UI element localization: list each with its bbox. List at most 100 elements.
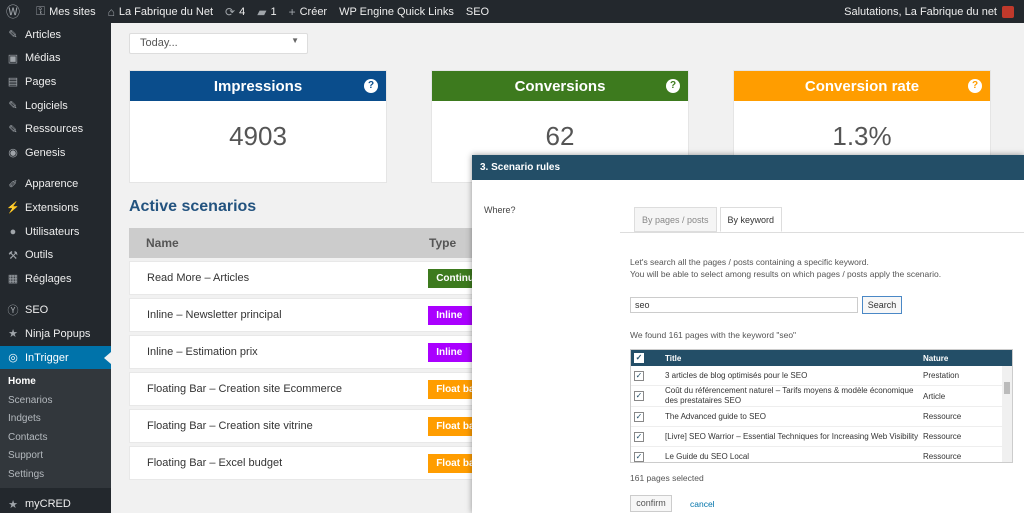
results-count: We found 161 pages with the keyword "seo… bbox=[630, 330, 797, 340]
submenu-home[interactable]: Home bbox=[0, 373, 111, 392]
where-label: Where? bbox=[484, 205, 516, 215]
table-row: ✓ The Advanced guide to SEO Ressource bbox=[631, 407, 1012, 427]
scenario-name: Inline – Newsletter principal bbox=[147, 309, 282, 321]
help-icon[interactable]: ? bbox=[666, 79, 680, 93]
pages-icon: ▤ bbox=[7, 76, 19, 89]
help-icon[interactable]: ? bbox=[968, 79, 982, 93]
row-checkbox[interactable]: ✓ bbox=[634, 431, 644, 442]
scenario-name: Floating Bar – Creation site Ecommerce bbox=[147, 383, 343, 395]
comments-menu[interactable]: ▰ 1 bbox=[251, 0, 282, 23]
sidebar-item-intrigger[interactable]: ◎ InTrigger bbox=[0, 345, 111, 370]
date-range-select[interactable]: Today... ▼ bbox=[129, 33, 308, 54]
sidebar-item-extensions[interactable]: ⚡ Extensions bbox=[0, 196, 111, 220]
scenario-rules-modal: 3. Scenario rules Where? By pages / post… bbox=[472, 155, 1024, 513]
sidebar-item-outils[interactable]: ⚒ Outils bbox=[0, 243, 111, 267]
wordpress-logo-icon[interactable]: Ⓦ bbox=[0, 0, 30, 23]
type-badge: Float bar bbox=[428, 416, 473, 436]
table-row[interactable]: Inline – Estimation prix Inline bbox=[129, 335, 474, 369]
scenario-name: Inline – Estimation prix bbox=[147, 346, 258, 358]
sidebar-item-reglages[interactable]: ▦ Réglages bbox=[0, 267, 111, 291]
my-sites-menu[interactable]: ⚿ Mes sites bbox=[30, 0, 102, 23]
scrollbar-thumb[interactable] bbox=[1004, 382, 1010, 394]
brush-icon: ✐ bbox=[8, 178, 18, 191]
table-row[interactable]: Floating Bar – Excel budget Float bar bbox=[129, 446, 474, 480]
admin-sidebar: ✎ Articles ▣ Médias ▤ Pages ✎ Logiciels ✎ Res… bbox=[0, 23, 111, 513]
sidebar-item-ressources[interactable]: ✎ Ressources bbox=[0, 117, 111, 141]
modal-title: 3. Scenario rules bbox=[472, 155, 1024, 180]
table-row[interactable]: Read More – Articles Continue bbox=[129, 261, 474, 295]
table-row[interactable]: Floating Bar – Creation site Ecommerce Fl… bbox=[129, 372, 474, 406]
scenario-name: Read More – Articles bbox=[147, 272, 250, 284]
submenu-scenarios[interactable]: Scenarios bbox=[0, 392, 111, 411]
sidebar-item-medias[interactable]: ▣ Médias bbox=[0, 47, 111, 71]
search-button[interactable]: Search bbox=[862, 296, 902, 314]
cancel-link[interactable]: cancel bbox=[690, 499, 715, 509]
new-content-menu[interactable]: + Créer bbox=[283, 0, 334, 23]
results-table: ✓ Title Nature ✓ 3 articles de blog optim… bbox=[630, 349, 1013, 463]
genesis-icon: ◉ bbox=[8, 147, 18, 160]
sidebar-item-articles[interactable]: ✎ Articles bbox=[0, 23, 111, 47]
sidebar-item-mycred[interactable]: ★ myCRED bbox=[0, 492, 111, 513]
seo-menu[interactable]: SEO bbox=[460, 0, 495, 23]
rule-tabs: By pages / posts By keyword bbox=[634, 207, 785, 232]
sidebar-item-pages[interactable]: ▤ Pages bbox=[0, 70, 111, 94]
type-badge: Float bar bbox=[428, 379, 473, 399]
conversion-rate-value: 1.3% bbox=[832, 121, 892, 151]
sidebar-item-seo[interactable]: Ⓨ SEO bbox=[0, 299, 111, 323]
keyword-description: Let's search all the pages / posts conta… bbox=[630, 257, 942, 279]
select-all-checkbox[interactable]: ✓ bbox=[634, 353, 644, 363]
scenarios-table: Name Type Read More – Articles Continue I… bbox=[129, 228, 474, 480]
card-header: Impressions? bbox=[130, 71, 386, 101]
scenario-name: Floating Bar – Creation site vitrine bbox=[147, 420, 313, 432]
sidebar-item-ninja-popups[interactable]: ★ Ninja Popups bbox=[0, 322, 111, 346]
plugin-icon: ⚡ bbox=[6, 202, 20, 215]
help-icon[interactable]: ? bbox=[364, 79, 378, 93]
settings-icon: ▦ bbox=[7, 273, 19, 286]
type-badge: Continue bbox=[428, 268, 473, 288]
updates-menu[interactable]: ⟳ 4 bbox=[219, 0, 251, 23]
submenu-indgets[interactable]: Indgets bbox=[0, 410, 111, 429]
submenu-settings[interactable]: Settings bbox=[0, 466, 111, 485]
column-type: Type bbox=[429, 236, 457, 250]
tab-by-pages[interactable]: By pages / posts bbox=[634, 207, 717, 232]
keyword-input[interactable]: seo bbox=[630, 297, 858, 313]
intrigger-submenu: Home Scenarios Indgets Contacts Support … bbox=[0, 369, 111, 489]
row-checkbox[interactable]: ✓ bbox=[634, 370, 644, 381]
row-checkbox[interactable]: ✓ bbox=[634, 411, 644, 422]
wpengine-menu[interactable]: WP Engine Quick Links bbox=[333, 0, 460, 23]
table-header: Name Type bbox=[129, 228, 474, 258]
sidebar-item-genesis[interactable]: ◉ Genesis bbox=[0, 141, 111, 165]
key-icon: ⚿ bbox=[36, 4, 46, 18]
table-row[interactable]: Floating Bar – Creation site vitrine Floa… bbox=[129, 409, 474, 443]
results-scrollbar[interactable] bbox=[1002, 366, 1012, 462]
scenario-name: Floating Bar – Excel budget bbox=[147, 457, 283, 469]
type-badge: Inline bbox=[428, 305, 473, 325]
wrench-icon: ⚒ bbox=[8, 249, 18, 262]
pin-icon: ✎ bbox=[8, 29, 18, 42]
card-header: Conversion rate? bbox=[734, 71, 990, 101]
submenu-support[interactable]: Support bbox=[0, 447, 111, 466]
account-menu[interactable]: Salutations, La Fabrique du net bbox=[838, 0, 1020, 23]
submenu-contacts[interactable]: Contacts bbox=[0, 429, 111, 448]
table-row: ✓ Le Guide du SEO Local Ressource bbox=[631, 447, 1012, 462]
confirm-button[interactable]: confirm bbox=[630, 495, 672, 512]
yoast-icon: Ⓨ bbox=[7, 305, 19, 318]
row-checkbox[interactable]: ✓ bbox=[634, 391, 644, 401]
type-badge: Float bar bbox=[428, 453, 473, 473]
sidebar-item-apparence[interactable]: ✐ Apparence bbox=[0, 173, 111, 197]
chevron-down-icon: ▼ bbox=[291, 36, 299, 45]
plus-icon: + bbox=[288, 4, 296, 19]
impressions-card: Impressions? 4903 bbox=[129, 70, 387, 183]
site-name-menu[interactable]: ⌂ La Fabrique du Net bbox=[102, 0, 219, 23]
media-icon: ▣ bbox=[7, 52, 19, 65]
home-icon: ⌂ bbox=[107, 4, 115, 19]
sidebar-item-logiciels[interactable]: ✎ Logiciels bbox=[0, 94, 111, 118]
card-header: Conversions? bbox=[432, 71, 688, 101]
tab-by-keyword[interactable]: By keyword bbox=[719, 207, 783, 232]
row-checkbox[interactable]: ✓ bbox=[634, 451, 644, 462]
results-header: ✓ Title Nature bbox=[631, 350, 1012, 366]
selected-count: 161 pages selected bbox=[630, 473, 704, 483]
table-row: ✓ 3 articles de blog optimisés pour le SE… bbox=[631, 366, 1012, 386]
table-row[interactable]: Inline – Newsletter principal Inline bbox=[129, 298, 474, 332]
sidebar-item-utilisateurs[interactable]: ● Utilisateurs bbox=[0, 220, 111, 244]
